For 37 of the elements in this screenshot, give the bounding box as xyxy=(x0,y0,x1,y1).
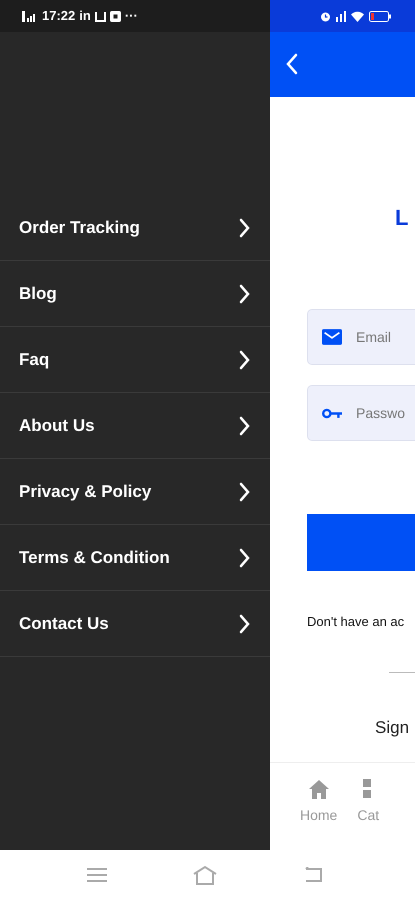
menu-item[interactable]: Terms & Condition xyxy=(0,525,270,591)
signup-prompt: Don't have an ac xyxy=(307,613,406,631)
chevron-icon xyxy=(239,614,250,634)
menu-item[interactable]: Privacy & Policy xyxy=(0,459,270,525)
input-field[interactable]: Passwo xyxy=(356,402,415,424)
notification-icon xyxy=(110,10,121,22)
home-icon[interactable] xyxy=(192,865,218,885)
chevron-icon xyxy=(239,350,250,370)
sign-in-label: Sign xyxy=(375,716,410,738)
menu-item[interactable]: About Us xyxy=(0,393,270,459)
key-icon xyxy=(322,406,342,420)
menu-item[interactable]: Contact Us xyxy=(0,591,270,657)
wifi-icon xyxy=(351,10,364,22)
back-icon[interactable] xyxy=(303,867,323,883)
chevron-icon xyxy=(239,548,250,568)
menu-item[interactable]: Faq xyxy=(0,327,270,393)
grid-icon xyxy=(363,779,374,799)
mail-icon xyxy=(322,328,342,346)
app-label: in xyxy=(79,7,91,26)
chevron-icon xyxy=(239,416,250,436)
input-field[interactable]: Email xyxy=(356,326,415,348)
chevron-icon xyxy=(239,218,250,238)
page-title: L xyxy=(395,207,410,229)
menu-item[interactable]: Order Tracking xyxy=(0,195,270,261)
clock-time: 17:22 xyxy=(42,7,76,26)
back-button[interactable] xyxy=(286,52,298,76)
signal-icon xyxy=(336,10,346,22)
menu-icon[interactable] xyxy=(87,867,107,883)
notification-icon xyxy=(94,10,106,22)
home-icon xyxy=(308,779,330,799)
signal-icon xyxy=(22,10,38,22)
chevron-icon xyxy=(239,284,250,304)
chevron-icon xyxy=(239,482,250,502)
alarm-icon xyxy=(320,10,331,22)
more-indicator: ··· xyxy=(124,7,138,26)
battery-icon xyxy=(369,10,391,22)
menu-item[interactable]: Blog xyxy=(0,261,270,327)
